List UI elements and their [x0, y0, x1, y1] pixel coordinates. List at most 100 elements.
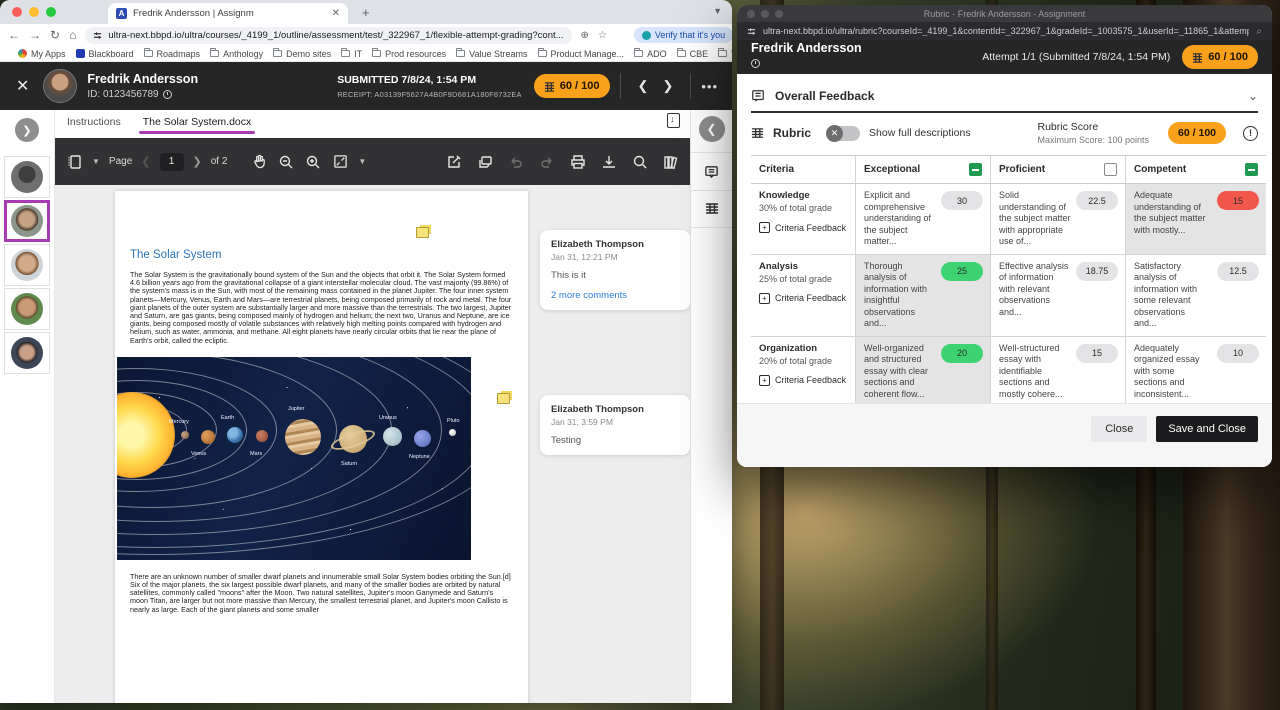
points-pill[interactable]: 22.5: [1076, 191, 1118, 210]
print-icon[interactable]: [569, 153, 587, 171]
thumbnails-icon[interactable]: [65, 153, 83, 171]
previous-page-icon[interactable]: ❮: [141, 155, 150, 168]
close-button[interactable]: Close: [1091, 416, 1147, 442]
maximize-window-button[interactable]: [775, 10, 783, 18]
points-pill[interactable]: 10: [1217, 344, 1259, 363]
bookmark-folder[interactable]: IT: [341, 49, 362, 59]
tab-instructions[interactable]: Instructions: [67, 116, 121, 128]
reload-icon[interactable]: ↻: [50, 28, 60, 42]
bookmark-star-icon[interactable]: ☆: [598, 30, 607, 41]
close-grading-icon[interactable]: ✕: [16, 76, 29, 96]
column-checkbox-empty[interactable]: [1104, 163, 1117, 176]
rubric-tool-button[interactable]: [691, 190, 732, 228]
search-icon[interactable]: ⌕: [1256, 26, 1262, 37]
bookmark-my-apps[interactable]: My Apps: [18, 49, 66, 59]
rubric-cell[interactable]: Well-structured essay with identifiable …: [990, 337, 1125, 407]
rubric-cell[interactable]: Explicit and comprehensive understanding…: [855, 184, 990, 254]
fit-page-icon[interactable]: [331, 153, 349, 171]
bookmark-folder[interactable]: ADO: [634, 49, 667, 59]
annotate-icon[interactable]: [445, 153, 463, 171]
criteria-feedback-button[interactable]: +Criteria Feedback: [759, 375, 847, 386]
comments-icon[interactable]: [476, 153, 494, 171]
zoom-out-icon[interactable]: [277, 153, 295, 171]
url-field[interactable]: ultra-next.bbpd.io/ultra/courses/_4199_1…: [85, 27, 571, 44]
zoom-in-icon[interactable]: [304, 153, 322, 171]
rubric-cell-selected[interactable]: Well-organized and structured essay with…: [855, 337, 990, 407]
expand-students-button[interactable]: ❯: [15, 118, 39, 142]
pan-hand-icon[interactable]: [250, 153, 268, 171]
download-original-icon[interactable]: [667, 113, 680, 128]
more-options-icon[interactable]: •••: [701, 79, 718, 94]
history-clock-icon[interactable]: [751, 59, 760, 68]
fit-chevron-icon[interactable]: ▼: [358, 157, 366, 166]
comment-card[interactable]: Elizabeth Thompson Jan 31, 3:59 PM Testi…: [540, 395, 690, 455]
student-avatar[interactable]: [4, 156, 50, 198]
tab-close-icon[interactable]: ✕: [332, 8, 340, 19]
bookmark-folder[interactable]: VBB: [718, 49, 732, 59]
comment-note-icon[interactable]: [416, 227, 429, 238]
descriptions-toggle[interactable]: ✕: [826, 126, 860, 141]
next-student-icon[interactable]: ❯: [655, 78, 680, 94]
rubric-cell[interactable]: Solid understanding of the subject matte…: [990, 184, 1125, 254]
rubric-cell-selected[interactable]: Thorough analysis of information with in…: [855, 255, 990, 336]
download-icon[interactable]: [600, 153, 618, 171]
points-pill[interactable]: 18.75: [1076, 262, 1118, 281]
rubric-cell[interactable]: Satisfactory analysis of information wit…: [1125, 255, 1266, 336]
tab-search-chevron-icon[interactable]: ▼: [713, 6, 722, 16]
verify-identity-button[interactable]: Verify that it's you: [634, 27, 732, 43]
grade-pill[interactable]: 60 / 100: [1182, 45, 1258, 69]
rubric-cell[interactable]: Adequately organized essay with some sec…: [1125, 337, 1266, 407]
criteria-feedback-button[interactable]: +Criteria Feedback: [759, 222, 847, 233]
minimize-window-button[interactable]: [761, 10, 769, 18]
back-icon[interactable]: ←: [8, 28, 20, 42]
bookmark-folder[interactable]: Roadmaps: [144, 49, 201, 59]
library-icon[interactable]: [662, 153, 680, 171]
tab-document[interactable]: The Solar System.docx: [143, 116, 252, 128]
student-avatar[interactable]: [4, 244, 50, 286]
points-pill[interactable]: 30: [941, 191, 983, 210]
column-checkbox-indeterminate[interactable]: [1245, 163, 1258, 176]
bookmark-folder[interactable]: Product Manage...: [538, 49, 625, 59]
points-pill[interactable]: 15: [1076, 344, 1118, 363]
new-tab-button[interactable]: +: [362, 5, 370, 20]
info-icon[interactable]: !: [1243, 126, 1258, 141]
home-icon[interactable]: ⌂: [69, 28, 76, 42]
maximize-window-button[interactable]: [46, 7, 56, 17]
previous-student-icon[interactable]: ❮: [631, 78, 656, 94]
chevron-down-icon[interactable]: ⌄: [1248, 89, 1258, 103]
window-controls[interactable]: [12, 7, 56, 17]
browser-tab[interactable]: A Fredrik Andersson | Assignm ✕: [108, 3, 348, 24]
rubric-cell-selected[interactable]: Adequate understanding of the subject ma…: [1125, 184, 1266, 254]
student-avatar[interactable]: [4, 332, 50, 374]
comment-note-icon[interactable]: [497, 393, 510, 404]
overall-feedback-section[interactable]: Overall Feedback ⌄: [751, 80, 1258, 113]
page-number-input[interactable]: 1: [160, 153, 184, 171]
close-window-button[interactable]: [747, 10, 755, 18]
feedback-tool-button[interactable]: [691, 152, 732, 190]
zoom-page-icon[interactable]: ⊕: [581, 30, 589, 41]
bookmark-folder[interactable]: CBE: [677, 49, 709, 59]
student-avatar-selected[interactable]: [4, 200, 50, 242]
points-pill-selected[interactable]: 15: [1217, 191, 1259, 210]
save-and-close-button[interactable]: Save and Close: [1156, 416, 1258, 442]
window-controls[interactable]: [747, 10, 783, 18]
rubric-cell[interactable]: Effective analysis of information with r…: [990, 255, 1125, 336]
forward-icon[interactable]: →: [29, 28, 41, 42]
bookmark-folder[interactable]: Anthology: [210, 49, 263, 59]
bookmark-folder[interactable]: Value Streams: [456, 49, 527, 59]
bookmark-folder[interactable]: Demo sites: [273, 49, 331, 59]
rubric-url[interactable]: ultra-next.bbpd.io/ultra/rubric?courseId…: [763, 26, 1249, 36]
expand-panel-button[interactable]: ❮: [699, 116, 725, 142]
points-pill-selected[interactable]: 25: [941, 262, 983, 281]
points-pill[interactable]: 12.5: [1217, 262, 1259, 281]
thumbnails-chevron-icon[interactable]: ▼: [92, 157, 100, 166]
more-comments-link[interactable]: 2 more comments: [551, 290, 679, 301]
grade-pill[interactable]: 60 / 100: [534, 74, 610, 98]
student-avatar[interactable]: [4, 288, 50, 330]
criteria-feedback-button[interactable]: +Criteria Feedback: [759, 293, 847, 304]
history-clock-icon[interactable]: [163, 90, 172, 99]
bookmark-folder[interactable]: Prod resources: [372, 49, 446, 59]
column-checkbox-indeterminate[interactable]: [969, 163, 982, 176]
minimize-window-button[interactable]: [29, 7, 39, 17]
search-icon[interactable]: [631, 153, 649, 171]
